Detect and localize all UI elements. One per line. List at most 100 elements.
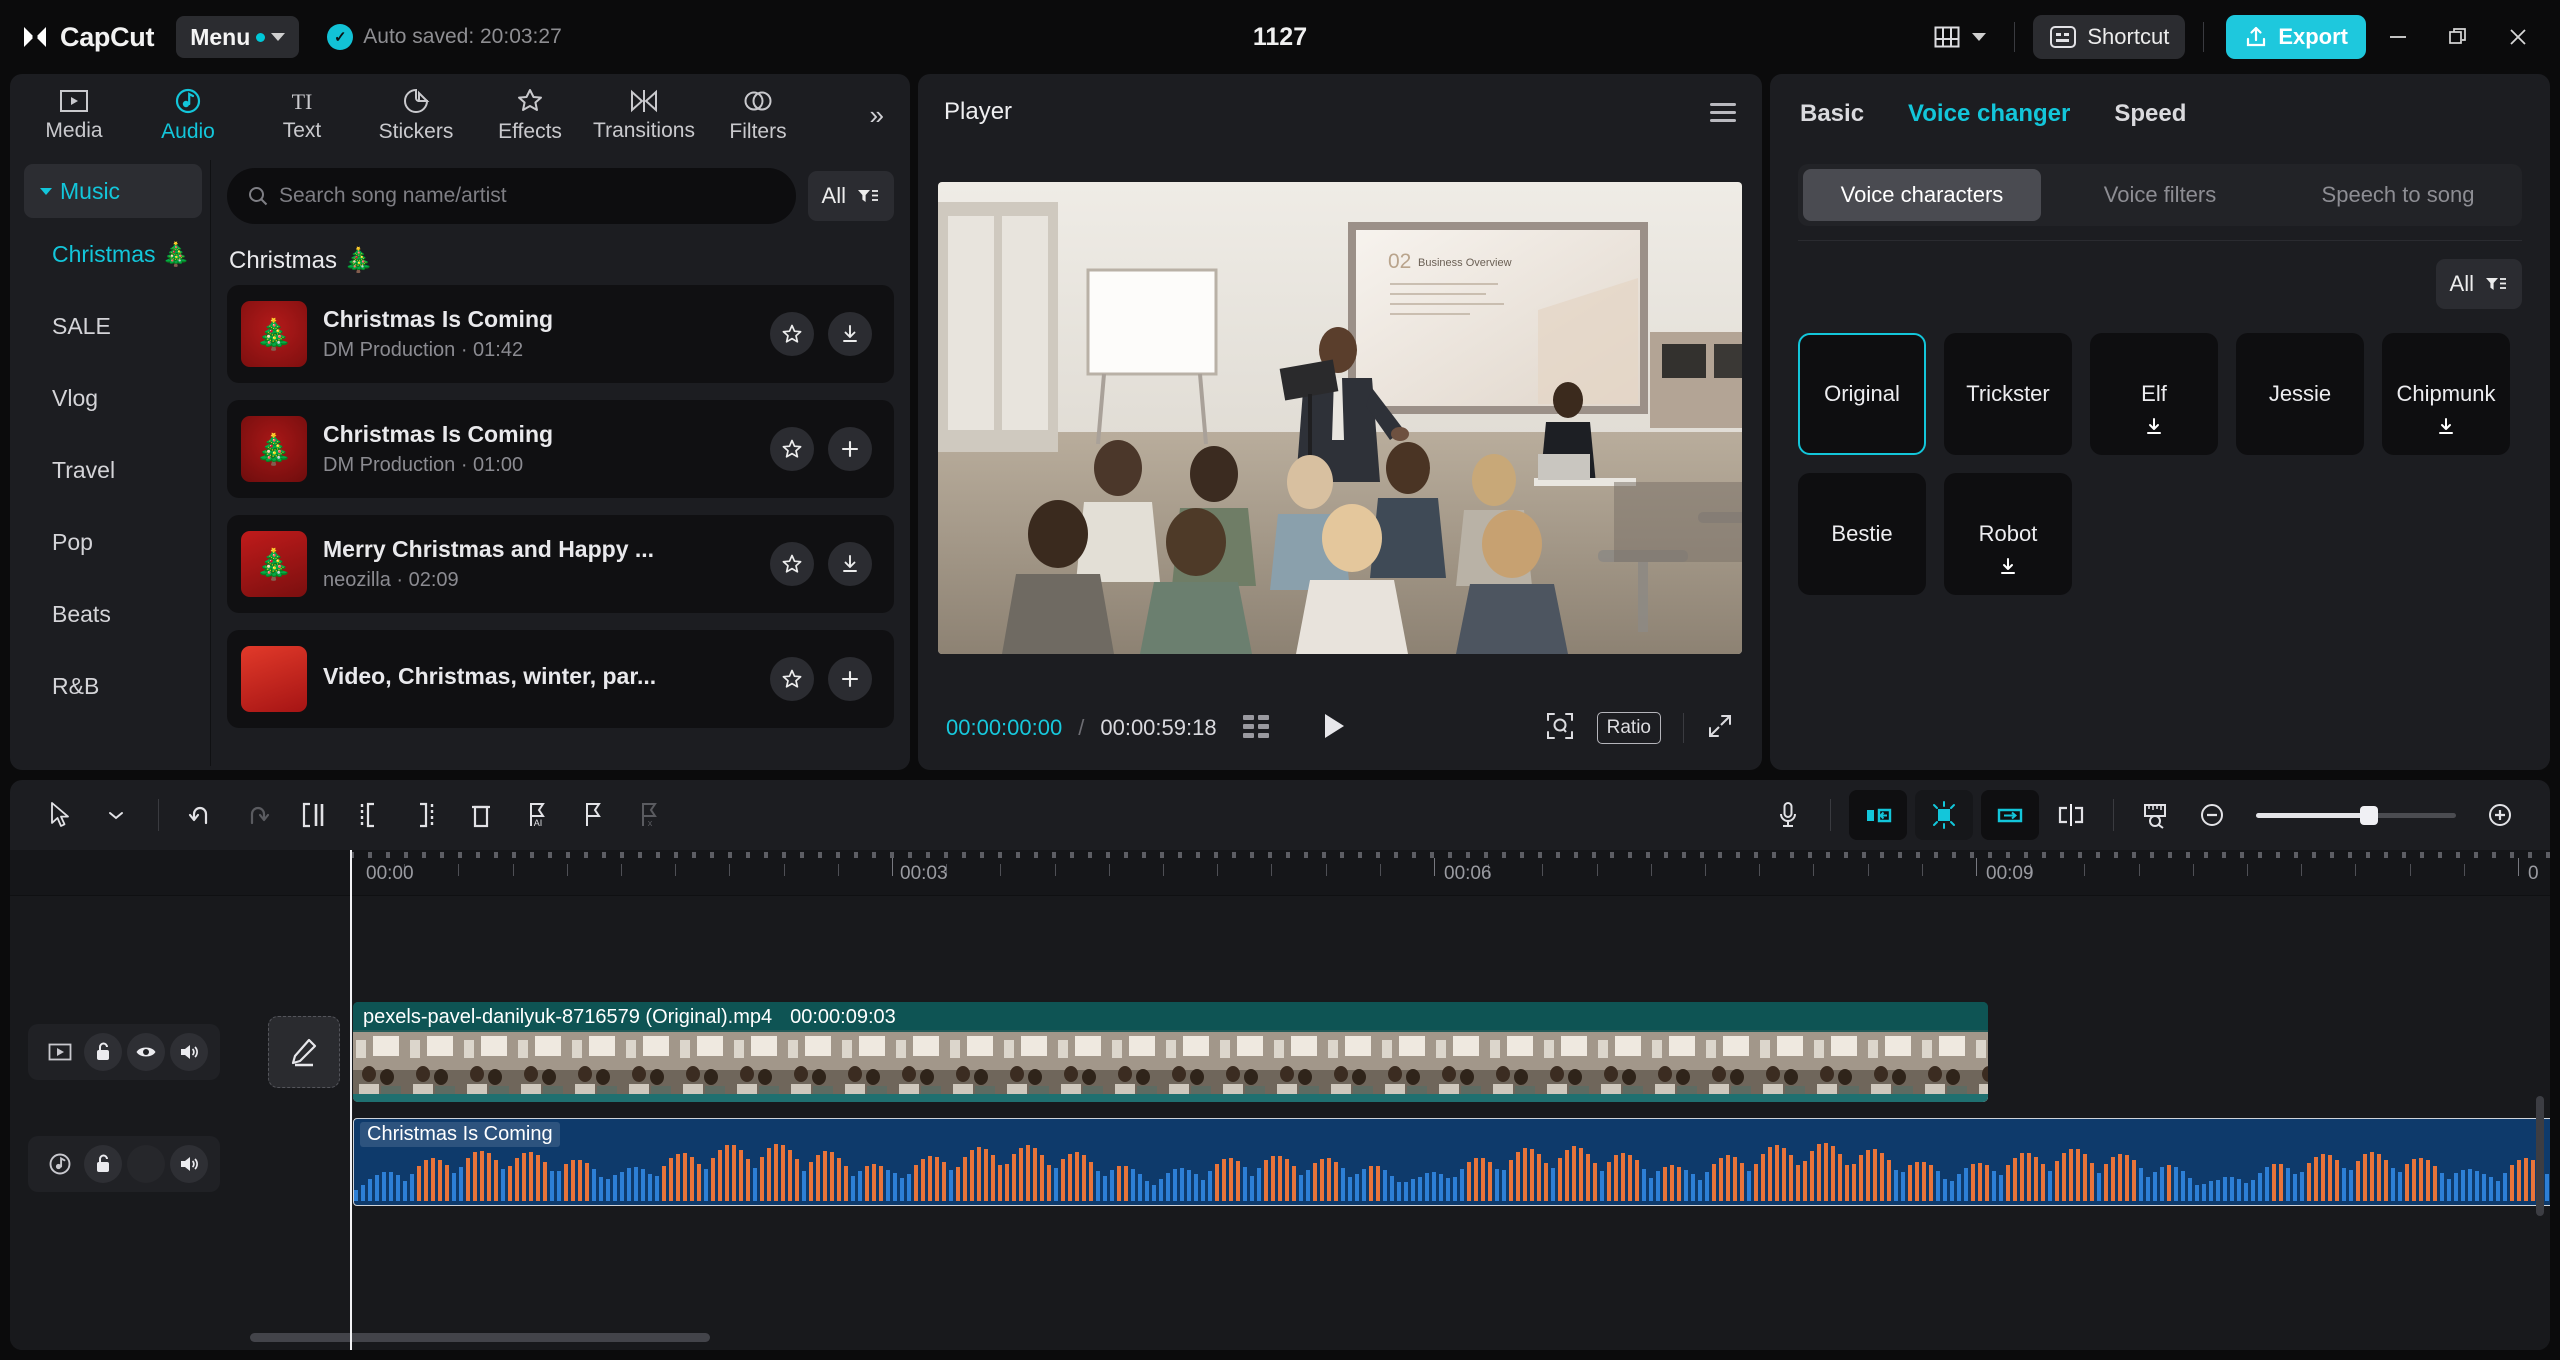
volume-icon[interactable] (170, 1033, 208, 1071)
delete-tool[interactable] (453, 790, 509, 840)
tab-label: Text (283, 119, 322, 143)
waveform-bar (1845, 1165, 1849, 1201)
redo-tool[interactable] (229, 790, 285, 840)
download-button[interactable] (828, 312, 872, 356)
favorite-button[interactable] (770, 312, 814, 356)
list-item[interactable]: 🎄 Merry Christmas and Happy ... neozilla… (227, 515, 894, 613)
eye-icon[interactable] (127, 1033, 165, 1071)
export-button[interactable]: Export (2226, 15, 2366, 59)
ruler-zoom-tool[interactable] (2128, 790, 2184, 840)
tab-audio[interactable]: Audio (132, 77, 244, 153)
zoom-fit-button[interactable] (1545, 711, 1575, 746)
layout-button[interactable] (1924, 18, 1996, 56)
keyframe-add-tool[interactable] (1915, 790, 1973, 840)
category-item-vlog[interactable]: Vlog (24, 362, 210, 434)
add-to-timeline-button[interactable] (828, 427, 872, 471)
subtab-voice-characters[interactable]: Voice characters (1803, 169, 2041, 221)
fullscreen-button[interactable] (1706, 712, 1734, 745)
voice-card-original[interactable]: Original (1798, 333, 1926, 455)
tab-stickers[interactable]: Stickers (360, 77, 472, 153)
list-item[interactable]: 🎄 Christmas Is Coming DM Production · 01… (227, 400, 894, 498)
voice-card-chipmunk[interactable]: Chipmunk (2382, 333, 2510, 455)
voice-card-jessie[interactable]: Jessie (2236, 333, 2364, 455)
zoom-slider[interactable] (2256, 813, 2456, 818)
trim-left-tool[interactable] (341, 790, 397, 840)
subtab-voice-filters[interactable]: Voice filters (2041, 169, 2279, 221)
timeline-ruler[interactable]: 00:00 00:03 00:06 00:09 0 (10, 850, 2550, 896)
export-label: Export (2278, 24, 2348, 50)
tab-basic[interactable]: Basic (1800, 100, 1864, 128)
list-item[interactable]: Video, Christmas, winter, par... (227, 630, 894, 728)
marker-delete-tool[interactable]: x (621, 790, 677, 840)
music-filter-button[interactable]: All (808, 171, 894, 221)
horizontal-scrollbar[interactable] (250, 1333, 2510, 1342)
split-tool[interactable] (285, 790, 341, 840)
tab-voice-changer[interactable]: Voice changer (1908, 100, 2070, 128)
lock-icon[interactable] (84, 1145, 122, 1183)
menu-button[interactable]: Menu (176, 16, 299, 58)
maximize-button[interactable] (2430, 13, 2486, 61)
tab-text[interactable]: TI Text (246, 77, 358, 153)
mirror-tool[interactable] (2043, 790, 2099, 840)
edit-clip-button[interactable] (268, 1016, 340, 1088)
playhead[interactable] (350, 850, 352, 1350)
category-group-music[interactable]: Music (24, 164, 202, 218)
download-button[interactable] (828, 542, 872, 586)
undo-tool[interactable] (173, 790, 229, 840)
video-preview[interactable]: 02 Business Overview (938, 182, 1742, 654)
voice-filter-button[interactable]: All (2436, 259, 2522, 309)
category-item-beats[interactable]: Beats (24, 578, 210, 650)
close-button[interactable] (2490, 13, 2546, 61)
select-tool[interactable] (32, 790, 88, 840)
favorite-button[interactable] (770, 657, 814, 701)
video-clip[interactable]: pexels-pavel-danilyuk-8716579 (Original)… (353, 1002, 1988, 1102)
add-to-timeline-button[interactable] (828, 657, 872, 701)
record-voiceover-tool[interactable] (1760, 790, 1816, 840)
voice-card-bestie[interactable]: Bestie (1798, 473, 1926, 595)
ai-marker-tool[interactable]: AI (509, 790, 565, 840)
download-icon[interactable] (2143, 416, 2165, 444)
voice-card-elf[interactable]: Elf (2090, 333, 2218, 455)
vertical-scrollbar[interactable] (2536, 1096, 2544, 1216)
frame-list-icon[interactable] (1243, 715, 1269, 742)
list-item[interactable]: 🎄 Christmas Is Coming DM Production · 01… (227, 285, 894, 383)
zoom-in-tool[interactable] (2472, 790, 2528, 840)
hamburger-icon[interactable] (1710, 103, 1736, 122)
download-icon[interactable] (2435, 416, 2457, 444)
lock-icon[interactable] (84, 1033, 122, 1071)
subtab-speech-to-song[interactable]: Speech to song (2279, 169, 2517, 221)
ratio-button[interactable]: Ratio (1597, 712, 1661, 744)
horizontal-scrollbar-thumb[interactable] (250, 1333, 710, 1342)
select-tool-dropdown[interactable] (88, 790, 144, 840)
zoom-out-tool[interactable] (2184, 790, 2240, 840)
download-icon[interactable] (1997, 556, 2019, 584)
favorite-button[interactable] (770, 542, 814, 586)
waveform-bar (543, 1162, 547, 1201)
category-item-sale[interactable]: SALE (24, 290, 210, 362)
favorite-button[interactable] (770, 427, 814, 471)
zoom-slider-handle[interactable] (2360, 806, 2378, 825)
category-item-pop[interactable]: Pop (24, 506, 210, 578)
christmas-tree-icon: 🎄 (255, 433, 292, 468)
minimize-button[interactable] (2370, 13, 2426, 61)
tab-transitions[interactable]: Transitions (588, 77, 700, 153)
marker-tool[interactable] (565, 790, 621, 840)
category-item-rnb[interactable]: R&B (24, 650, 210, 722)
play-button[interactable] (1321, 711, 1347, 746)
keyframe-next-tool[interactable] (1981, 790, 2039, 840)
shortcut-button[interactable]: Shortcut (2033, 15, 2185, 59)
tab-media[interactable]: Media (18, 77, 130, 153)
volume-icon[interactable] (170, 1145, 208, 1183)
category-item-christmas[interactable]: Christmas 🎄 (24, 218, 210, 290)
category-item-travel[interactable]: Travel (24, 434, 210, 506)
keyframe-prev-tool[interactable] (1849, 790, 1907, 840)
voice-card-robot[interactable]: Robot (1944, 473, 2072, 595)
tab-filters[interactable]: Filters (702, 77, 814, 153)
search-input[interactable]: Search song name/artist (227, 168, 796, 224)
tab-speed[interactable]: Speed (2114, 100, 2186, 128)
audio-clip[interactable]: Christmas Is Coming (353, 1118, 2550, 1206)
trim-right-tool[interactable] (397, 790, 453, 840)
tab-effects[interactable]: Effects (474, 77, 586, 153)
more-tabs-button[interactable]: » (860, 100, 894, 131)
voice-card-trickster[interactable]: Trickster (1944, 333, 2072, 455)
